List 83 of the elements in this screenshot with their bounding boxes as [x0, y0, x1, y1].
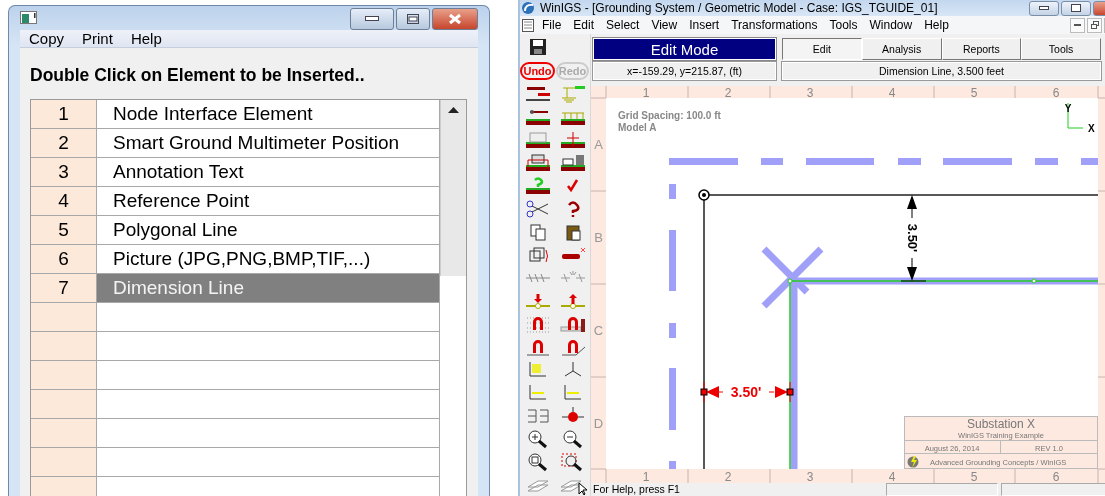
menu-item[interactable]: Copy [20, 30, 74, 47]
menu-item[interactable]: Tools [823, 18, 864, 32]
ruler-label: 4 [888, 85, 896, 100]
row-number: 2 [31, 129, 97, 157]
menu-item[interactable]: Edit [567, 18, 601, 32]
menu-item[interactable]: Help [918, 18, 955, 32]
row-number: 7 [31, 274, 97, 302]
title-block-title: Substation X [967, 416, 1035, 431]
menu-item[interactable]: Print [73, 30, 122, 47]
axis-icon [1067, 102, 1084, 129]
substation-icon [558, 152, 587, 173]
minimize-button[interactable] [350, 8, 394, 30]
ruler-label: 6 [1052, 469, 1060, 483]
minimize-button[interactable] [1029, 0, 1059, 16]
ruler-label: 4 [888, 469, 896, 483]
row-number: 6 [31, 245, 97, 273]
maximize-button[interactable] [1061, 0, 1091, 16]
dimension-line[interactable] [700, 381, 794, 403]
row-number: 4 [31, 187, 97, 215]
close-icon [448, 13, 462, 25]
minimize-icon [365, 16, 379, 22]
menu-item[interactable]: File [536, 18, 568, 32]
status-message: Dimension Line, 3.500 feet [782, 62, 1101, 80]
instruction-heading: Double Click on Element to be Inserted.. [30, 64, 365, 87]
close-button[interactable] [432, 8, 478, 30]
ruler-label: D [593, 415, 604, 431]
ruler-label: 1 [642, 85, 650, 100]
ruler-label: 5 [970, 85, 978, 100]
scroll-up-icon[interactable] [448, 107, 460, 113]
equipment-icon [523, 152, 552, 173]
ruler-label: A [594, 136, 603, 152]
grid-spacing-note: Grid Spacing: 100.0 ft [618, 109, 721, 121]
undo-button[interactable]: Undo [520, 62, 555, 81]
menu-item[interactable]: Insert [683, 18, 726, 32]
ruler-label: C [593, 322, 604, 338]
mode-tab[interactable]: Edit [782, 38, 862, 60]
mode-tab[interactable]: Analysis [861, 38, 942, 60]
minimize-icon [1039, 6, 1049, 10]
minimize-button[interactable] [1070, 17, 1085, 33]
ruler-label: 2 [724, 85, 732, 100]
axis-label: Y [1064, 102, 1072, 114]
company-logo-icon [907, 455, 919, 468]
axis-label: X [1088, 122, 1095, 134]
model-note: Model A [618, 121, 657, 133]
mode-tab[interactable]: Reports [941, 38, 1022, 60]
maximize-icon [1071, 4, 1081, 12]
ruler-label: 6 [1052, 85, 1060, 100]
ruler-label: 1 [642, 469, 650, 483]
menu-item[interactable]: Select [600, 18, 646, 32]
node-marker [698, 189, 710, 201]
menu-item[interactable]: Transformations [725, 18, 824, 32]
building-icon [523, 129, 552, 150]
ruler-label: 5 [970, 469, 978, 483]
coordinates-display: x=-159.29, y=215.87, (ft) [593, 62, 776, 80]
mode-banner: Edit Mode [593, 38, 776, 60]
restore-icon [1090, 21, 1099, 29]
row-number: 3 [31, 158, 97, 186]
app-logo-icon [521, 1, 536, 15]
row-number: 1 [31, 100, 97, 128]
mode-tab[interactable]: Tools [1021, 38, 1101, 60]
ruler-label: 3 [806, 85, 814, 100]
status-text: For Help, press F1 [592, 483, 681, 496]
menu-item[interactable]: Help [121, 30, 171, 47]
maximize-icon [407, 14, 419, 24]
element-list-item[interactable]: Dimension Line [97, 274, 441, 302]
app-icon [20, 11, 38, 25]
row-number: 5 [31, 216, 97, 244]
dimension-label: 3.50' [730, 383, 762, 400]
scrollbar[interactable] [440, 100, 466, 276]
restore-button[interactable] [1087, 17, 1102, 33]
menu-item[interactable]: View [645, 18, 684, 32]
menu-item[interactable]: Window [863, 18, 919, 32]
maximize-button[interactable] [396, 8, 430, 30]
dimension-label: 3.50' [904, 223, 920, 253]
ruler-label: B [594, 229, 603, 245]
ruler-label: 2 [724, 469, 732, 483]
ground-question-icon [523, 175, 552, 196]
cross-marker [760, 245, 825, 310]
ruler-label: 3 [806, 469, 814, 483]
window-title: WinIGS - [Grounding System / Geometric Model - Case: IGS_TGUIDE_01] [540, 1, 939, 15]
minimize-icon [1074, 23, 1081, 27]
ground-rod-icon [558, 129, 587, 150]
dimension-line[interactable] [900, 194, 927, 282]
